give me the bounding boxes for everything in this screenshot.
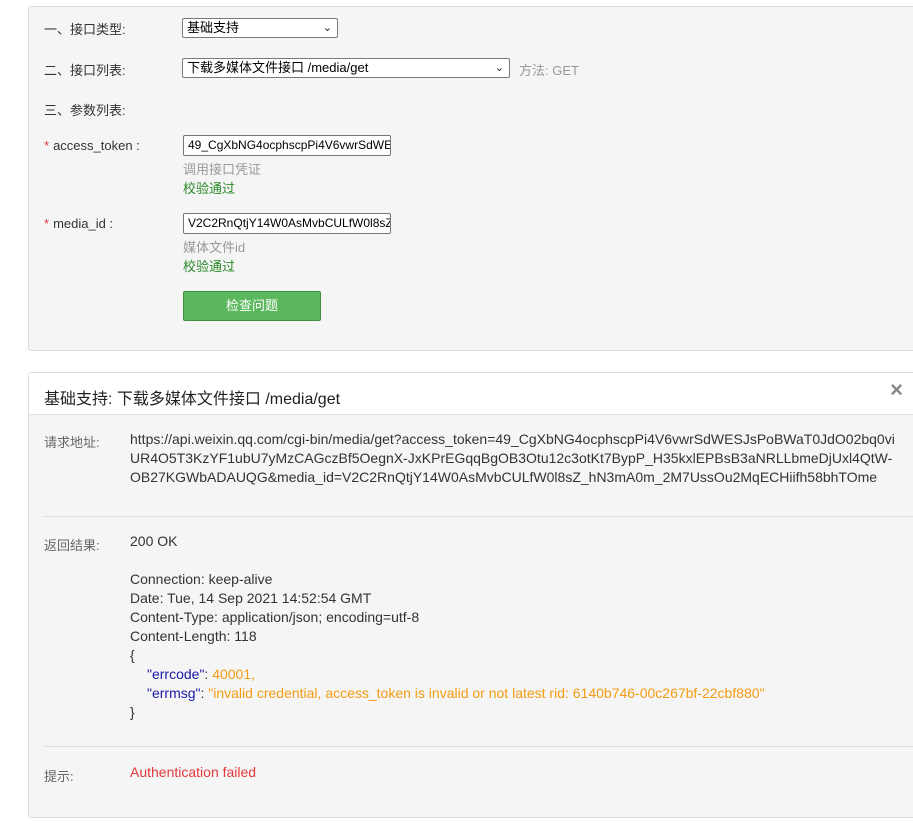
params-label: 三、参数列表: xyxy=(44,103,126,118)
header-line: Content-Type: application/json; encoding… xyxy=(130,609,420,625)
divider xyxy=(44,746,913,747)
header-line: Connection: keep-alive xyxy=(130,571,273,587)
json-open-brace: { xyxy=(130,647,135,663)
response-label: 返回结果: xyxy=(44,538,100,553)
media-id-status: 校验通过 xyxy=(183,259,236,274)
check-problem-button[interactable]: 检查问题 xyxy=(183,291,321,321)
api-type-label: 一、接口类型: xyxy=(44,22,126,37)
json-close-brace: } xyxy=(130,704,135,720)
api-list-value: 下载多媒体文件接口 /media/get xyxy=(187,60,369,75)
result-header: 基础支持: 下载多媒体文件接口 /media/get × xyxy=(29,373,913,415)
close-icon[interactable]: × xyxy=(890,377,903,403)
result-panel: 基础支持: 下载多媒体文件接口 /media/get × 请求地址: https… xyxy=(28,372,913,818)
tip-message: Authentication failed xyxy=(130,764,257,780)
status-line: 200 OK xyxy=(130,533,178,549)
tip-label: 提示: xyxy=(44,769,74,784)
access-token-input[interactable]: 49_CgXbNG4ocphscpPi4V6vwrSdWESJsPoBWaT0J… xyxy=(183,135,391,156)
api-type-select[interactable]: 基础支持 ⌄ xyxy=(182,18,338,38)
param-media-id-label: * media_id : xyxy=(44,216,114,231)
header-line: Content-Length: 118 xyxy=(130,628,257,644)
header-line: Date: Tue, 14 Sep 2021 14:52:54 GMT xyxy=(130,590,372,606)
chevron-down-icon: ⌄ xyxy=(322,22,332,34)
request-url-label: 请求地址: xyxy=(44,435,100,450)
api-form-panel: 一、接口类型: 基础支持 ⌄ 二、接口列表: 下载多媒体文件接口 /media/… xyxy=(28,6,913,351)
divider xyxy=(44,516,913,517)
result-title: 基础支持: 下载多媒体文件接口 /media/get xyxy=(44,391,341,408)
request-url: https://api.weixin.qq.com/cgi-bin/media/… xyxy=(130,431,895,485)
method-text: 方法: GET xyxy=(519,63,579,78)
chevron-down-icon: ⌄ xyxy=(494,62,504,74)
api-list-label: 二、接口列表: xyxy=(44,63,126,78)
media-id-hint: 媒体文件id xyxy=(183,240,246,255)
access-token-status: 校验通过 xyxy=(183,181,236,196)
required-mark: * xyxy=(44,138,50,153)
response-body: 200 OK Connection: keep-alive Date: Tue,… xyxy=(130,532,765,722)
api-list-select[interactable]: 下载多媒体文件接口 /media/get ⌄ xyxy=(182,58,510,78)
required-mark: * xyxy=(44,216,50,231)
media-id-input[interactable]: V2C2RnQtjY14W0AsMvbCULfW0l8sZ_hN3mA0m xyxy=(183,213,391,234)
access-token-hint: 调用接口凭证 xyxy=(183,162,262,177)
json-errmsg-line: "errmsg": "invalid credential, access_to… xyxy=(147,685,765,701)
param-access-token-label: * access_token : xyxy=(44,138,140,153)
api-type-value: 基础支持 xyxy=(187,20,240,35)
json-errcode-line: "errcode": 40001, xyxy=(147,666,256,682)
